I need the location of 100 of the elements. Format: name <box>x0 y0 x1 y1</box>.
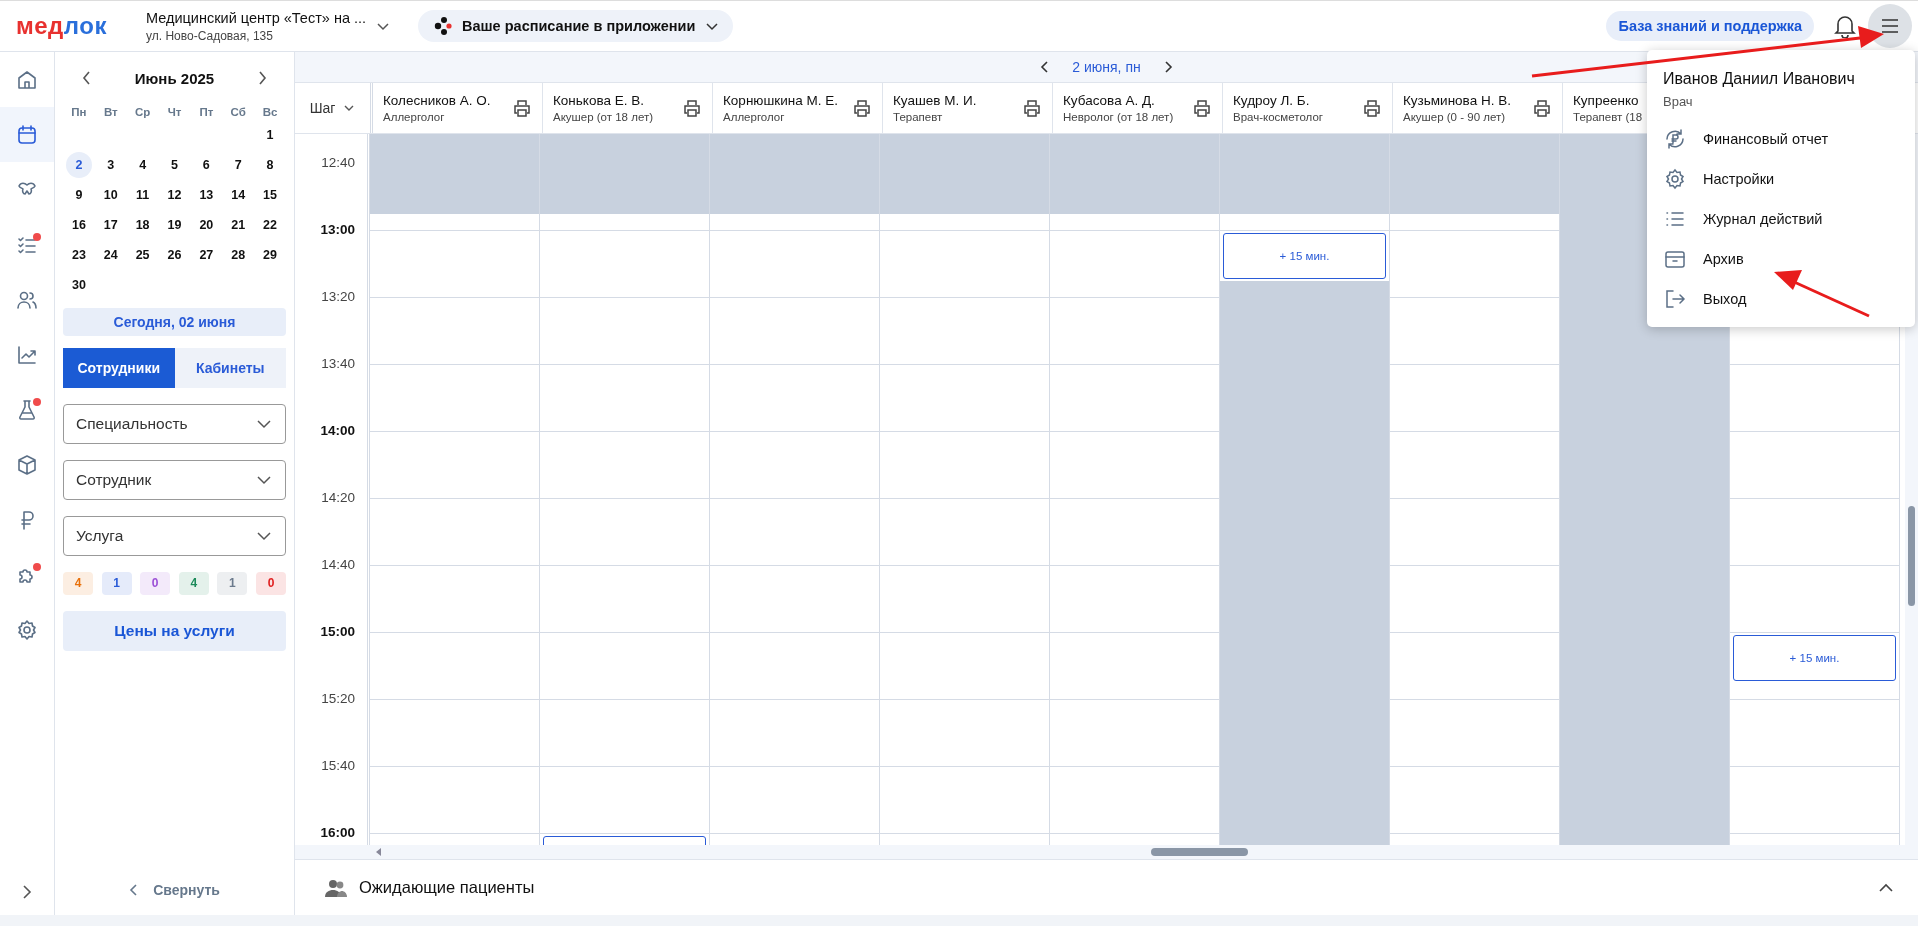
calendar-day[interactable]: 30 <box>65 272 92 298</box>
clinic-address: ул. Ново-Садовая, 135 <box>146 28 274 43</box>
doctor-name: Купреенко <box>1573 93 1640 108</box>
printer-icon[interactable] <box>1362 98 1382 118</box>
doctor-specialty: Аллерголог <box>723 111 786 123</box>
calendar-day[interactable]: 15 <box>257 182 284 208</box>
add-slot-button[interactable]: + 15 мин. <box>1733 635 1896 682</box>
doctor-name: Конькова Е. В. <box>553 93 645 108</box>
scroll-left-icon[interactable] <box>375 847 383 857</box>
menu-item[interactable]: Выход <box>1647 279 1915 319</box>
menu-item[interactable]: Настройки <box>1647 159 1915 199</box>
weekday-label: Пт <box>198 106 215 118</box>
refresh-ruble-icon <box>1663 127 1687 151</box>
calendar-day[interactable]: 9 <box>65 182 92 208</box>
today-button[interactable]: Сегодня, 02 июня <box>63 308 286 336</box>
nav-item[interactable] <box>0 107 54 162</box>
doctor-specialty: Акушер (от 18 лет) <box>553 111 654 123</box>
calendar-day[interactable]: 24 <box>97 242 124 268</box>
calendar-day[interactable]: 16 <box>65 212 92 238</box>
add-slot-button[interactable]: + 15 мин. <box>1223 233 1386 280</box>
horizontal-scrollbar[interactable] <box>295 845 1918 859</box>
calendar-day[interactable]: 7 <box>225 152 252 178</box>
time-label: 15:40 <box>321 758 355 775</box>
doctor-name: Кудроу Л. Б. <box>1233 93 1311 108</box>
calendar-day[interactable]: 2 <box>65 152 92 178</box>
calendar-day[interactable]: 18 <box>129 212 156 238</box>
calendar-day[interactable]: 8 <box>257 152 284 178</box>
logo[interactable]: медлок <box>16 12 134 40</box>
step-dropdown[interactable]: Шаг <box>303 99 362 117</box>
previous-month-icon[interactable] <box>81 70 93 86</box>
calendar-day[interactable]: 29 <box>257 242 284 268</box>
calendar-day[interactable]: 26 <box>161 242 188 268</box>
calendar-day[interactable]: 22 <box>257 212 284 238</box>
app-promo-button[interactable]: Ваше расписание в приложении <box>418 10 734 42</box>
menu-button[interactable] <box>1868 4 1912 48</box>
calendar-day[interactable]: 12 <box>161 182 188 208</box>
next-month-icon[interactable] <box>256 70 268 86</box>
chevron-icon[interactable] <box>1878 881 1894 894</box>
calendar-day[interactable]: 10 <box>97 182 124 208</box>
collapse-button[interactable]: Свернуть <box>123 881 226 899</box>
calendar-day[interactable]: 1 <box>257 122 284 148</box>
user-role: Врач <box>1662 93 1694 111</box>
printer-icon[interactable] <box>1192 98 1212 118</box>
filter-dropdown[interactable]: Специальность <box>63 404 286 444</box>
current-date[interactable]: 2 июня, пн <box>1072 59 1141 75</box>
calendar-day[interactable]: 23 <box>65 242 92 268</box>
doctor-specialty: Терапевт <box>893 111 944 123</box>
calendar-day[interactable]: 20 <box>193 212 220 238</box>
bell-icon[interactable] <box>1834 14 1856 38</box>
calendar-day[interactable]: 14 <box>225 182 252 208</box>
calendar-day[interactable]: 25 <box>129 242 156 268</box>
time-label: 13:00 <box>320 222 355 239</box>
calendar-day[interactable]: 13 <box>193 182 220 208</box>
notification-dot <box>33 563 41 571</box>
notification-dot <box>33 233 41 241</box>
printer-icon[interactable] <box>852 98 872 118</box>
weekday-label: Вс <box>261 106 279 118</box>
view-tab[interactable]: Кабинеты <box>174 348 286 388</box>
view-tab[interactable]: Сотрудники <box>63 348 175 388</box>
printer-icon[interactable] <box>682 98 702 118</box>
support-button[interactable]: База знаний и поддержка <box>1606 11 1814 41</box>
calendar-day[interactable]: 27 <box>193 242 220 268</box>
calendar-day[interactable]: 19 <box>161 212 188 238</box>
next-day-icon[interactable] <box>1162 60 1173 74</box>
time-label: 12:40 <box>321 155 355 172</box>
prices-button[interactable]: Цены на услуги <box>63 611 286 651</box>
printer-icon[interactable] <box>1532 98 1552 118</box>
time-label: 14:20 <box>321 490 355 507</box>
time-label: 14:40 <box>321 557 355 574</box>
filter-dropdown[interactable]: Услуга <box>63 516 286 556</box>
printer-icon[interactable] <box>512 98 532 118</box>
menu-item[interactable]: Журнал действий <box>1647 199 1915 239</box>
calendar-day[interactable]: 5 <box>161 152 188 178</box>
user-name: Иванов Даниил Иванович <box>1662 70 1856 88</box>
menu-item[interactable]: Архив <box>1647 239 1915 279</box>
count-badge: 4 <box>178 572 209 595</box>
logout-icon <box>1663 287 1687 311</box>
filter-dropdown[interactable]: Сотрудник <box>63 460 286 500</box>
calendar-day[interactable]: 6 <box>193 152 220 178</box>
calendar-day[interactable]: 4 <box>129 152 156 178</box>
time-label: 13:20 <box>321 289 355 306</box>
calendar-day[interactable]: 21 <box>225 212 252 238</box>
doctor-specialty: Терапевт (18 <box>1573 111 1643 123</box>
clinic-name: Медицинский центр «Тест» на ... <box>146 9 367 26</box>
weekday-label: Сб <box>229 106 247 118</box>
calendar-day[interactable]: 28 <box>225 242 252 268</box>
time-label: 15:20 <box>321 691 355 708</box>
printer-icon[interactable] <box>1022 98 1042 118</box>
calendar-day[interactable]: 3 <box>97 152 124 178</box>
expand-icon[interactable] <box>20 883 34 901</box>
weekday-label: Ср <box>133 106 152 118</box>
doctor-name: Колесников А. О. <box>383 93 491 108</box>
settings-icon <box>1663 167 1687 191</box>
time-label: 13:40 <box>321 356 355 373</box>
menu-item[interactable]: Финансовый отчет <box>1647 119 1915 159</box>
calendar-day[interactable]: 17 <box>97 212 124 238</box>
calendar-day[interactable]: 11 <box>129 182 156 208</box>
doctor-name: Куашев М. И. <box>893 93 977 108</box>
count-badge: 4 <box>63 572 93 595</box>
previous-day-icon[interactable] <box>1040 60 1051 74</box>
